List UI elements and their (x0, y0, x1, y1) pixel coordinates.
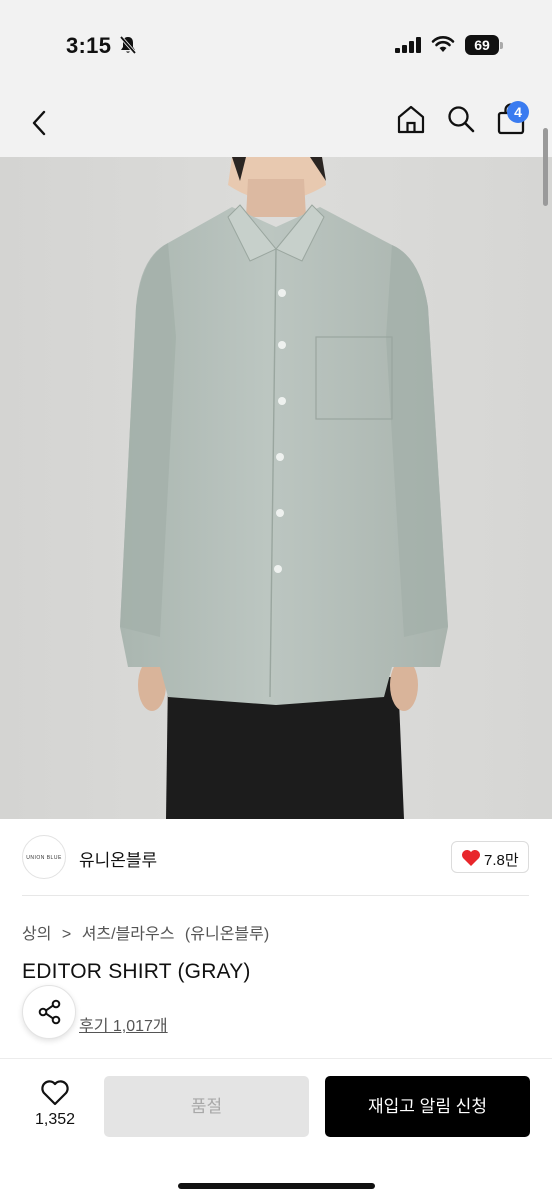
sold-out-button[interactable]: 품절 (104, 1076, 309, 1137)
bottom-action-bar: 1,352 품절 재입고 알림 신청 (0, 1059, 552, 1200)
breadcrumb-item-category[interactable]: 상의 (22, 926, 51, 943)
divider (22, 895, 529, 896)
battery-level: 69 (465, 35, 499, 55)
status-bar: 3:15 69 (0, 0, 552, 90)
product-title: EDITOR SHIRT (GRAY) (22, 960, 251, 983)
search-icon[interactable] (446, 104, 476, 139)
breadcrumb-item-brand[interactable]: (유니온블루) (185, 926, 269, 943)
home-indicator (178, 1183, 375, 1189)
back-icon[interactable] (28, 108, 52, 138)
wifi-icon (431, 35, 455, 58)
share-icon (37, 999, 63, 1030)
breadcrumb: 상의 > 셔츠/블라우스 (유니온블루) (22, 920, 275, 944)
top-nav-bar (0, 90, 552, 157)
battery-icon: 69 (465, 35, 503, 55)
restock-alert-button[interactable]: 재입고 알림 신청 (325, 1076, 530, 1137)
cart-count-badge: 4 (507, 101, 529, 123)
bell-muted-icon (118, 35, 138, 60)
status-time: 3:15 (66, 33, 112, 58)
cellular-signal-icon (395, 37, 423, 58)
brand-like-count: 7.8만 (484, 852, 519, 869)
scrollbar[interactable] (543, 128, 548, 206)
breadcrumb-item-subcategory[interactable]: 셔츠/블라우스 (82, 926, 175, 943)
home-icon[interactable] (395, 103, 427, 140)
brand-name[interactable]: 유니온블루 (79, 846, 157, 871)
breadcrumb-separator: > (61, 926, 72, 943)
wishlist-count: 1,352 (34, 1111, 76, 1128)
heart-filled-icon (461, 849, 481, 872)
brand-row[interactable]: UNION BLUE 유니온블루 7.8만 (0, 819, 552, 896)
heart-outline-icon[interactable] (40, 1079, 70, 1112)
review-count-link[interactable]: 후기 1,017개 (79, 1012, 168, 1036)
product-photo[interactable] (0, 157, 552, 819)
brand-logo[interactable]: UNION BLUE (22, 835, 66, 879)
brand-like-button[interactable]: 7.8만 (451, 841, 529, 873)
share-button[interactable] (22, 985, 76, 1039)
